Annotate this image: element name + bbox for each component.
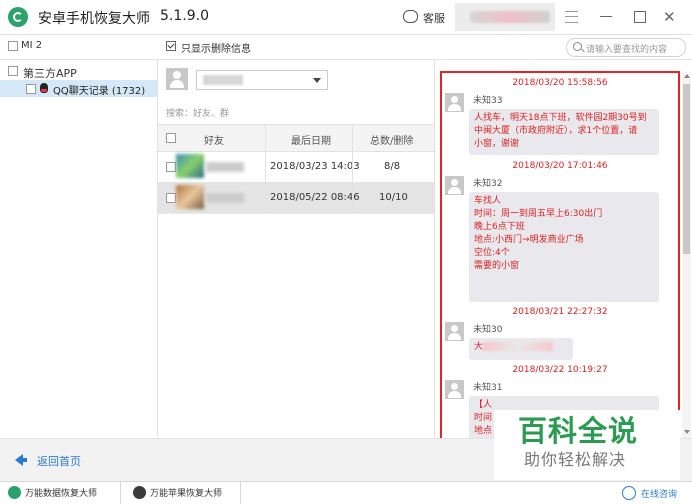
back-home-button[interactable]: 返回首页 bbox=[37, 453, 81, 469]
last-date-cell: 2018/03/23 14:03 bbox=[270, 161, 360, 172]
table-row[interactable]: 2018/05/22 08:46 10/10 bbox=[158, 182, 434, 214]
device-checkbox[interactable] bbox=[8, 41, 18, 51]
select-all-checkbox[interactable] bbox=[166, 133, 176, 143]
row-checkbox[interactable] bbox=[166, 193, 176, 203]
minimize-icon[interactable] bbox=[600, 16, 612, 17]
footer-tab-data-recovery[interactable]: 万能数据恢复大师 bbox=[0, 482, 121, 504]
online-consult-icon[interactable] bbox=[622, 486, 636, 500]
friend-avatar bbox=[176, 185, 204, 209]
message-line: 人找车，明天18点下班，软件园2期30号到 bbox=[474, 113, 647, 123]
filter-bar: MI 2 只显示删除信息 请输入要查找的内容 bbox=[0, 35, 692, 60]
friend-name-redacted bbox=[206, 162, 244, 172]
column-header-count[interactable]: 总数/删除 bbox=[370, 132, 413, 147]
category-tree: 第三方APP QQ聊天记录 (1732) bbox=[0, 60, 158, 437]
footer-tab-apple-recovery[interactable]: 万能苹果恢复大师 bbox=[125, 482, 241, 504]
column-header-friend[interactable]: 好友 bbox=[204, 132, 224, 147]
message-sender: 未知33 bbox=[473, 96, 503, 106]
column-divider bbox=[352, 125, 353, 151]
table-header: 好友 最后日期 总数/删除 bbox=[158, 124, 434, 152]
message-line: 需要的小窗 bbox=[474, 261, 520, 271]
tree-root-label[interactable]: 第三方APP bbox=[23, 65, 77, 81]
message-line: 车找人 bbox=[474, 196, 502, 206]
column-divider bbox=[265, 151, 266, 182]
message-line: 晚上6点下班 bbox=[474, 222, 525, 232]
scroll-up-icon[interactable] bbox=[684, 74, 690, 78]
chevron-down-icon bbox=[313, 78, 321, 83]
friend-name-redacted bbox=[206, 193, 244, 203]
sender-avatar bbox=[445, 380, 464, 399]
tree-item-checkbox[interactable] bbox=[26, 84, 36, 94]
sender-avatar bbox=[445, 322, 464, 341]
message-bubble[interactable]: 大 bbox=[469, 338, 573, 360]
title-bar: 安卓手机恢复大师 5.1.9.0 客服 ✕ bbox=[0, 0, 692, 35]
chat-message-panel[interactable]: 2018/03/20 15:58:56 未知33 人找车，明天18点下班，软件园… bbox=[440, 71, 680, 442]
message-sender: 未知31 bbox=[473, 383, 503, 393]
apple-recovery-icon bbox=[133, 486, 146, 499]
message-line: 地点:小西门→明发商业广场 bbox=[474, 235, 584, 245]
count-cell: 8/8 bbox=[384, 161, 401, 172]
column-divider bbox=[352, 182, 353, 213]
message-sender: 未知30 bbox=[473, 325, 503, 335]
message-redacted bbox=[483, 342, 554, 351]
column-divider bbox=[265, 125, 266, 151]
search-input[interactable]: 请输入要查找的内容 bbox=[566, 38, 686, 57]
column-header-last-date[interactable]: 最后日期 bbox=[291, 132, 331, 147]
scroll-thumb[interactable] bbox=[683, 84, 690, 254]
message-line: 空位:4个 bbox=[474, 248, 510, 258]
data-recovery-icon bbox=[8, 486, 21, 499]
footer-bar: 万能数据恢复大师 万能苹果恢复大师 在线咨询 bbox=[0, 481, 692, 504]
watermark-subtitle: 助你轻松解决 bbox=[524, 450, 627, 469]
search-icon bbox=[573, 42, 582, 51]
show-deleted-checkbox[interactable] bbox=[166, 41, 176, 51]
last-date-cell: 2018/05/22 08:46 bbox=[270, 192, 360, 203]
account-avatar bbox=[166, 68, 188, 90]
qq-icon bbox=[40, 83, 48, 93]
footer-tab-label: 万能苹果恢复大师 bbox=[150, 489, 223, 499]
app-title: 安卓手机恢复大师 bbox=[38, 11, 150, 27]
account-name-redacted bbox=[203, 75, 243, 85]
count-cell: 10/10 bbox=[379, 192, 408, 203]
watermark-title: 百科全说 bbox=[518, 414, 639, 448]
footer-tab-label: 万能数据恢复大师 bbox=[25, 489, 98, 499]
device-name: MI 2 bbox=[21, 40, 43, 51]
chat-bubble-icon[interactable] bbox=[403, 10, 418, 23]
sender-avatar bbox=[445, 93, 464, 112]
table-row[interactable]: 2018/03/23 14:03 8/8 bbox=[158, 151, 434, 183]
message-timestamp: 2018/03/20 17:01:46 bbox=[512, 161, 608, 171]
tree-item-qq-chat[interactable]: QQ聊天记录 (1732) bbox=[0, 80, 157, 97]
message-bubble[interactable]: 人找车，明天18点下班，软件园2期30号到 中闽大厦（市政府附近），求1个位置，… bbox=[469, 109, 659, 155]
show-deleted-label[interactable]: 只显示删除信息 bbox=[181, 40, 251, 55]
message-timestamp: 2018/03/20 15:58:56 bbox=[512, 78, 608, 88]
message-sender: 未知32 bbox=[473, 179, 503, 189]
scroll-down-icon[interactable] bbox=[684, 430, 690, 434]
message-line: 小窗，谢谢 bbox=[474, 139, 520, 149]
online-consult-button[interactable]: 在线咨询 bbox=[641, 487, 677, 500]
column-divider bbox=[352, 151, 353, 182]
tree-root-checkbox[interactable] bbox=[8, 66, 18, 76]
message-bubble[interactable]: 车找人 时间：周一到周五早上6:30出门 晚上6点下班 地点:小西门→明发商业广… bbox=[469, 192, 659, 302]
friend-avatar bbox=[176, 154, 204, 178]
maximize-icon[interactable] bbox=[634, 11, 646, 23]
tree-item-label: QQ聊天记录 (1732) bbox=[53, 86, 146, 97]
message-line: 中闽大厦（市政府附近），求1个位置，请 bbox=[474, 126, 638, 136]
close-icon[interactable]: ✕ bbox=[663, 8, 676, 26]
message-line: 时间：周一到周五早上6:30出门 bbox=[474, 209, 603, 219]
support-button[interactable]: 客服 bbox=[423, 10, 445, 26]
message-timestamp: 2018/03/21 22:27:32 bbox=[512, 307, 608, 317]
row-checkbox[interactable] bbox=[166, 162, 176, 172]
back-arrow-icon[interactable] bbox=[15, 454, 27, 466]
column-divider bbox=[265, 182, 266, 213]
message-line: 大 bbox=[474, 342, 484, 352]
message-timestamp: 2018/03/22 10:19:27 bbox=[512, 365, 608, 375]
app-logo-icon bbox=[8, 7, 28, 27]
user-account-redacted bbox=[470, 11, 550, 23]
menu-icon[interactable] bbox=[565, 11, 578, 23]
sender-avatar bbox=[445, 176, 464, 195]
chat-scrollbar[interactable] bbox=[682, 72, 691, 438]
friend-search-input[interactable]: 搜索：好友、群 bbox=[166, 106, 229, 119]
friend-panel: 搜索：好友、群 好友 最后日期 总数/删除 2018/03/23 14:03 8… bbox=[158, 60, 435, 437]
app-version: 5.1.9.0 bbox=[160, 8, 209, 24]
search-placeholder: 请输入要查找的内容 bbox=[586, 45, 668, 55]
account-select[interactable] bbox=[196, 70, 328, 90]
